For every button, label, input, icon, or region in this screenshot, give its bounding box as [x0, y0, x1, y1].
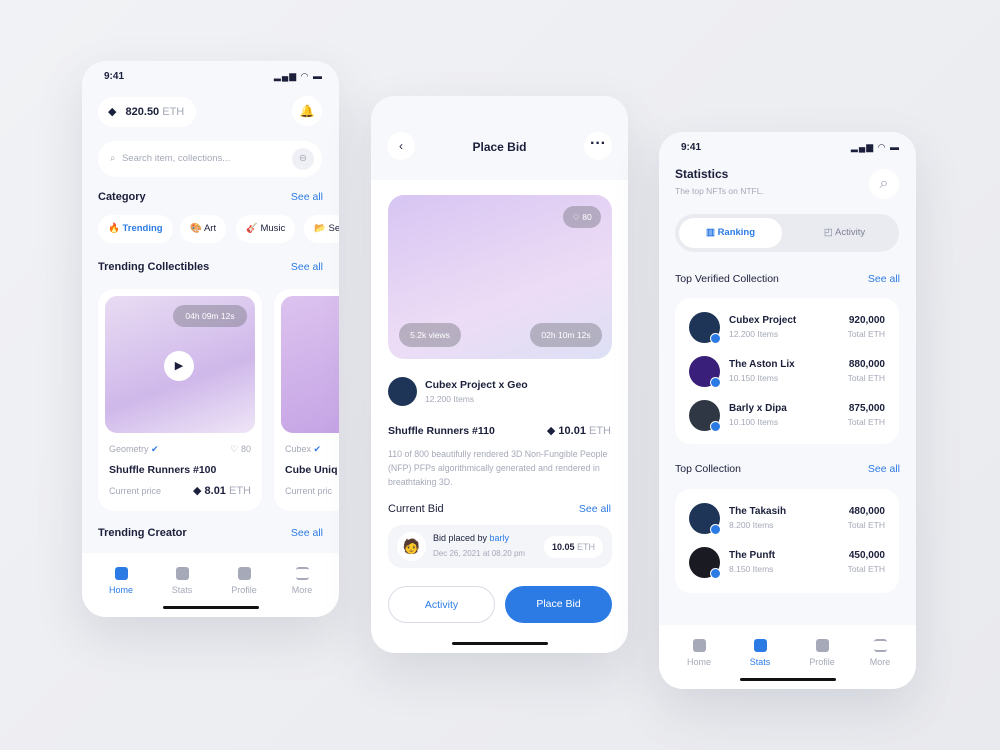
stats-icon [175, 567, 189, 580]
verified-list: Cubex Project 12.200 Items 920,000 Total E… [675, 298, 899, 444]
creator-title: Trending Creator [98, 527, 187, 539]
nav-profile[interactable]: Profile [797, 639, 847, 667]
nav-home[interactable]: Home [674, 639, 724, 667]
creator-see-all[interactable]: See all [291, 527, 323, 539]
collectible-card[interactable]: Cubex ✔ Cube Uniq Current pric [274, 289, 339, 511]
views-badge: 5.2k views [399, 323, 461, 347]
top-list: The Takasih 8.200 Items 480,000 Total ETH … [675, 489, 899, 593]
nav-home[interactable]: Home [96, 567, 146, 595]
bottom-nav: Home Stats Profile More [659, 625, 916, 689]
chip-trending[interactable]: 🔥 Trending [98, 215, 173, 243]
category-see-all[interactable]: See all [291, 191, 323, 203]
timer-badge: 04h 09m 12s [173, 305, 247, 327]
stats-tabs: ▥ Ranking ◰ Activity [675, 214, 899, 252]
status-time: 9:41 [104, 71, 125, 82]
status-icons: ▂▄▆ ◠ ▬ [273, 71, 323, 81]
bid-row[interactable]: 🧑 Bid placed by barly Dec 26, 2021 at 08… [388, 525, 612, 568]
chip-art[interactable]: 🎨 Art [180, 215, 227, 243]
verified-icon [710, 333, 721, 344]
tab-ranking[interactable]: ▥ Ranking [679, 218, 782, 248]
bidder-avatar: 🧑 [397, 532, 426, 561]
verified-icon: ✔ [151, 444, 159, 454]
verified-icon [710, 421, 721, 432]
more-options-button[interactable]: ··· [584, 132, 612, 160]
scan-icon[interactable]: ⊖ [292, 148, 314, 170]
nav-more[interactable]: More [277, 567, 327, 595]
nav-stats[interactable]: Stats [157, 567, 207, 595]
collection-avatar [388, 377, 417, 406]
chip-more[interactable]: 📂 Se [304, 215, 339, 243]
timer-badge: 02h 10m 12s [530, 323, 602, 347]
collection-row[interactable]: Barly x Dipa 10.100 Items 875,000 Total ET… [689, 400, 885, 432]
collectibles-title: Trending Collectibles [98, 261, 210, 273]
bottom-nav: Home Stats Profile More [82, 553, 339, 617]
nft-price: ◆ 10.01 ETH [546, 425, 611, 437]
collection-row[interactable]: The Aston Lix 10.150 Items 880,000 Total E… [689, 356, 885, 388]
verified-icon [710, 377, 721, 388]
description: 110 of 800 beautifully rendered 3D Non-F… [388, 449, 608, 487]
verified-icon [710, 524, 721, 535]
nft-name: Shuffle Runners #110 [388, 425, 495, 437]
tab-activity[interactable]: ◰ Activity [793, 218, 896, 248]
home-screen: 9:41 ▂▄▆ ◠ ▬ ◆ 820.50 ETH 🔔 ⌕ Search ite… [82, 61, 339, 617]
likes[interactable]: ♡ 80 [230, 444, 251, 455]
search-input[interactable]: ⌕ Search item, collections... ⊖ [98, 141, 322, 177]
place-bid-screen: 9:41 ▂▄▆ ◠ ▬ ‹ Place Bid ··· ♡ 80 5.2k v… [371, 96, 628, 653]
card-price: ◆ 8.01 ETH [193, 485, 251, 497]
play-icon[interactable]: ▶ [164, 351, 194, 381]
ethereum-icon: ◆ [108, 106, 117, 118]
grid-icon [114, 567, 128, 580]
collectibles-see-all[interactable]: See all [291, 261, 323, 273]
chip-music[interactable]: 🎸 Music [236, 215, 296, 243]
verified-icon [710, 568, 721, 579]
nav-stats[interactable]: Stats [735, 639, 785, 667]
likes-badge[interactable]: ♡ 80 [563, 206, 601, 228]
search-icon: ⌕ [110, 153, 116, 164]
collection-row[interactable]: The Punft 8.150 Items 450,000 Total ETH [689, 547, 885, 579]
card-title: Shuffle Runners #100 [109, 464, 217, 476]
search-icon[interactable]: ⌕ [869, 169, 899, 199]
home-indicator [162, 606, 259, 609]
balance-pill[interactable]: ◆ 820.50 ETH [98, 97, 196, 127]
place-bid-button[interactable]: Place Bid [505, 586, 612, 623]
collection-row[interactable]: The Takasih 8.200 Items 480,000 Total ETH [689, 503, 885, 535]
bids-see-all[interactable]: See all [579, 503, 611, 515]
nav-profile[interactable]: Profile [219, 567, 269, 595]
menu-icon [295, 567, 309, 580]
bell-icon[interactable]: 🔔 [292, 96, 322, 126]
page-title: Statistics [675, 167, 729, 181]
top-see-all[interactable]: See all [868, 463, 900, 475]
activity-button[interactable]: Activity [388, 586, 495, 623]
nav-more[interactable]: More [855, 639, 905, 667]
category-title: Category [98, 191, 146, 203]
collectible-card[interactable]: 04h 09m 12s ▶ Geometry ✔ ♡ 80 Shuffle Ru… [98, 289, 262, 511]
ranking-icon: ▥ [705, 227, 715, 238]
profile-icon [237, 567, 251, 580]
activity-icon: ◰ [823, 227, 833, 238]
verified-see-all[interactable]: See all [868, 273, 900, 285]
collection-row[interactable]: Cubex Project 12.200 Items 920,000 Total E… [689, 312, 885, 344]
statistics-screen: 9:41 ▂▄▆ ◠ ▬ Statistics The top NFTs on … [659, 132, 916, 689]
